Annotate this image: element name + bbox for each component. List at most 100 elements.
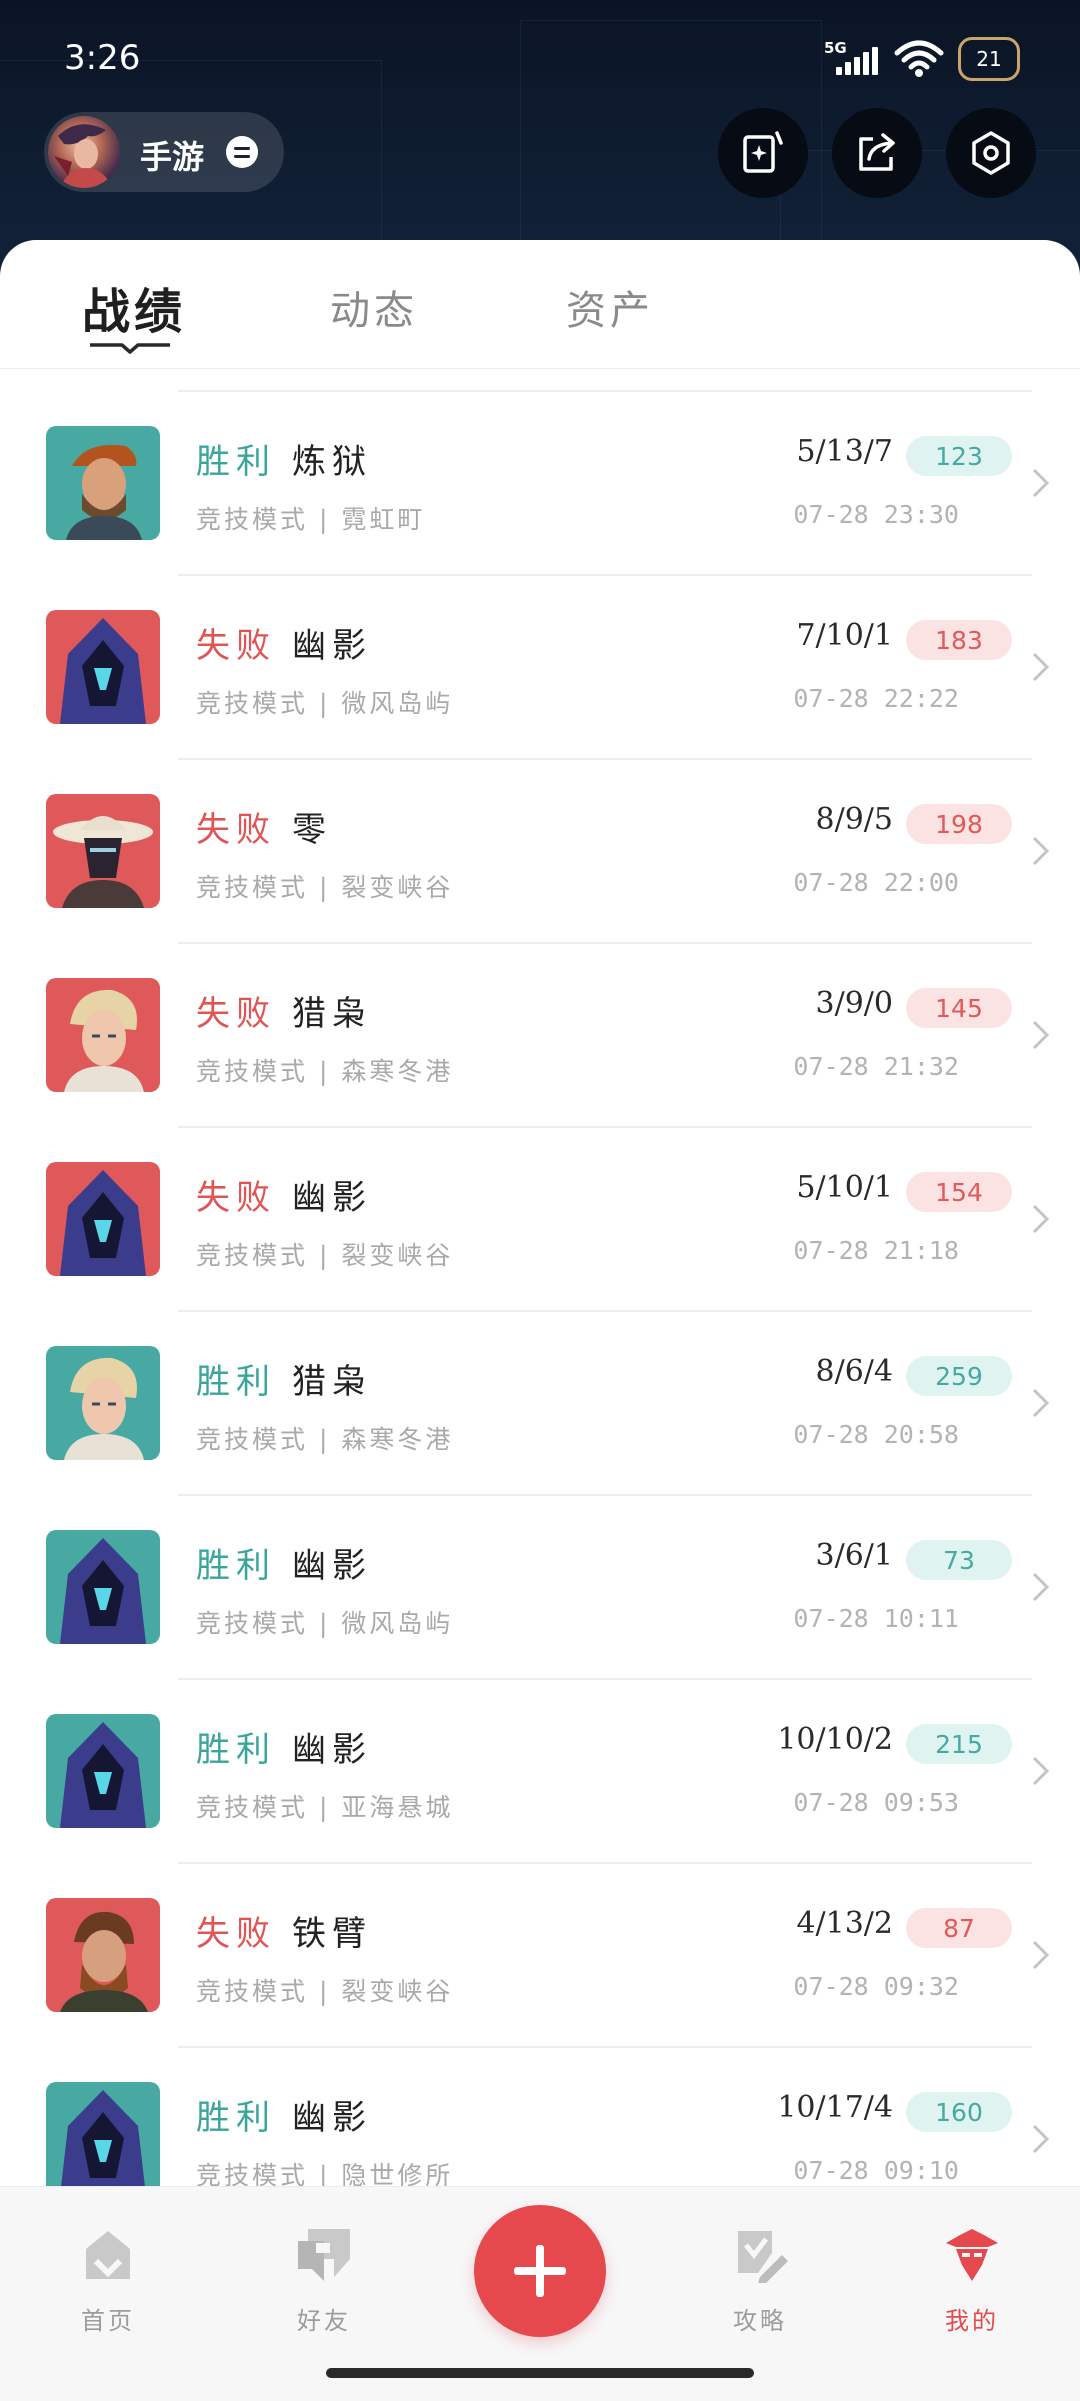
- hero-name: 幽影: [292, 2098, 372, 2138]
- avatar[interactable]: [48, 116, 120, 188]
- hero-portrait: [46, 1162, 160, 1276]
- match-kda: 5/10/1: [796, 1170, 893, 1205]
- share-button[interactable]: [832, 108, 922, 198]
- nav-profile[interactable]: 我的: [912, 2225, 1032, 2336]
- active-tab-indicator: [90, 343, 170, 354]
- match-score-badge: 73: [906, 1540, 1012, 1580]
- hero-name: 猎枭: [292, 994, 372, 1034]
- home-indicator[interactable]: [326, 2368, 754, 2378]
- match-kda: 4/13/2: [796, 1906, 893, 1941]
- ai-card-button[interactable]: [718, 108, 808, 198]
- match-row[interactable]: 胜利 炼狱 竞技模式 | 霓虹町 5/13/7 123 07-28 23:30: [0, 390, 1080, 574]
- match-mode: 竞技模式 | 微风岛屿: [196, 1609, 454, 1638]
- hero-name: 猎枭: [292, 1362, 372, 1402]
- match-time: 07-28 10:11: [793, 1604, 959, 1633]
- nav-friends[interactable]: 好友: [264, 2225, 384, 2336]
- match-mode: 竞技模式 | 裂变峡谷: [196, 1977, 454, 2006]
- match-time: 07-28 22:00: [793, 868, 959, 897]
- match-row[interactable]: 失败 幽影 竞技模式 | 微风岛屿 7/10/1 183 07-28 22:22: [0, 574, 1080, 758]
- hero-name: 幽影: [292, 1730, 372, 1770]
- match-mode: 竞技模式 | 裂变峡谷: [196, 873, 454, 902]
- hero-portrait: [46, 610, 160, 724]
- chevron-right-icon: [1032, 1940, 1050, 1970]
- switch-account-icon[interactable]: [226, 136, 258, 168]
- match-row[interactable]: 失败 猎枭 竞技模式 | 森寒冬港 3/9/0 145 07-28 21:32: [0, 942, 1080, 1126]
- match-kda: 3/9/0: [815, 986, 893, 1021]
- hero-name: 幽影: [292, 626, 372, 666]
- chevron-right-icon: [1032, 836, 1050, 866]
- friends-icon: [298, 2229, 350, 2281]
- nav-home[interactable]: 首页: [48, 2225, 168, 2336]
- match-row[interactable]: 失败 铁臂 竞技模式 | 裂变峡谷 4/13/2 87 07-28 09:32: [0, 1862, 1080, 2046]
- account-switcher[interactable]: 手游: [44, 112, 284, 192]
- home-icon: [86, 2231, 130, 2279]
- match-time: 07-28 09:53: [793, 1788, 959, 1817]
- match-kda: 7/10/1: [796, 618, 893, 653]
- match-result: 胜利: [196, 442, 276, 482]
- match-result: 失败: [196, 1178, 276, 1218]
- match-time: 07-28 21:32: [793, 1052, 959, 1081]
- match-time: 07-28 21:18: [793, 1236, 959, 1265]
- hero-name: 幽影: [292, 1178, 372, 1218]
- chevron-right-icon: [1032, 468, 1050, 498]
- status-icons: 5G 21: [824, 34, 1020, 84]
- hero-portrait: [46, 2082, 160, 2190]
- match-row[interactable]: 失败 幽影 竞技模式 | 裂变峡谷 5/10/1 154 07-28 21:18: [0, 1126, 1080, 1310]
- match-row[interactable]: 胜利 幽影 竞技模式 | 隐世修所 10/17/4 160 07-28 09:1…: [0, 2046, 1080, 2190]
- status-time: 3:26: [64, 38, 141, 78]
- match-score-badge: 160: [906, 2092, 1012, 2132]
- hero-name: 幽影: [292, 1546, 372, 1586]
- match-score-badge: 259: [906, 1356, 1012, 1396]
- battery-icon: 21: [958, 37, 1020, 81]
- nav-home-label: 首页: [81, 2307, 135, 2335]
- match-kda: 5/13/7: [796, 434, 893, 469]
- hero-portrait: [46, 794, 160, 908]
- match-row[interactable]: 失败 零 竞技模式 | 裂变峡谷 8/9/5 198 07-28 22:00: [0, 758, 1080, 942]
- match-kda: 8/9/5: [815, 802, 893, 837]
- match-score-badge: 198: [906, 804, 1012, 844]
- nav-guide[interactable]: 攻略: [700, 2225, 820, 2336]
- chevron-right-icon: [1032, 2124, 1050, 2154]
- battery-level: 21: [976, 47, 1002, 71]
- match-row[interactable]: 胜利 幽影 竞技模式 | 微风岛屿 3/6/1 73 07-28 10:11: [0, 1494, 1080, 1678]
- create-post-button[interactable]: [474, 2205, 606, 2337]
- match-result: 胜利: [196, 1546, 276, 1586]
- match-score-badge: 154: [906, 1172, 1012, 1212]
- tab-record[interactable]: 战绩: [82, 272, 186, 342]
- match-result: 胜利: [196, 1730, 276, 1770]
- hero-portrait: [46, 1530, 160, 1644]
- match-mode: 竞技模式 | 霓虹町: [196, 505, 426, 534]
- match-score-badge: 87: [906, 1908, 1012, 1948]
- chevron-right-icon: [1032, 1756, 1050, 1786]
- hero-name: 炼狱: [292, 442, 372, 482]
- match-row[interactable]: 胜利 幽影 竞技模式 | 亚海悬城 10/10/2 215 07-28 09:5…: [0, 1678, 1080, 1862]
- hero-name: 零: [292, 810, 332, 850]
- match-result: 胜利: [196, 1362, 276, 1402]
- chevron-right-icon: [1032, 1020, 1050, 1050]
- gear-icon: [972, 131, 1010, 175]
- match-score-badge: 145: [906, 988, 1012, 1028]
- match-list: 胜利 炼狱 竞技模式 | 霓虹町 5/13/7 123 07-28 23:30 …: [0, 390, 1080, 2190]
- account-label: 手游: [140, 138, 205, 176]
- tab-assets[interactable]: 资产: [566, 278, 654, 336]
- settings-button[interactable]: [946, 108, 1036, 198]
- profile-icon: [946, 2229, 998, 2281]
- network-type: 5G: [824, 39, 847, 57]
- match-result: 胜利: [196, 2098, 276, 2138]
- match-mode: 竞技模式 | 裂变峡谷: [196, 1241, 454, 1270]
- tab-bar: 战绩 动态 资产: [0, 240, 1080, 369]
- hero-portrait: [46, 1346, 160, 1460]
- match-time: 07-28 23:30: [793, 500, 959, 529]
- match-kda: 8/6/4: [815, 1354, 893, 1389]
- hero-name: 铁臂: [292, 1914, 372, 1954]
- nav-friends-label: 好友: [297, 2307, 351, 2335]
- match-mode: 竞技模式 | 森寒冬港: [196, 1057, 454, 1086]
- tab-activity[interactable]: 动态: [330, 278, 418, 336]
- match-row[interactable]: 胜利 猎枭 竞技模式 | 森寒冬港 8/6/4 259 07-28 20:58: [0, 1310, 1080, 1494]
- match-mode: 竞技模式 | 隐世修所: [196, 2161, 454, 2190]
- match-score-badge: 183: [906, 620, 1012, 660]
- hero-portrait: [46, 426, 160, 540]
- match-mode: 竞技模式 | 微风岛屿: [196, 689, 454, 718]
- match-score-badge: 215: [906, 1724, 1012, 1764]
- match-time: 07-28 22:22: [793, 684, 959, 713]
